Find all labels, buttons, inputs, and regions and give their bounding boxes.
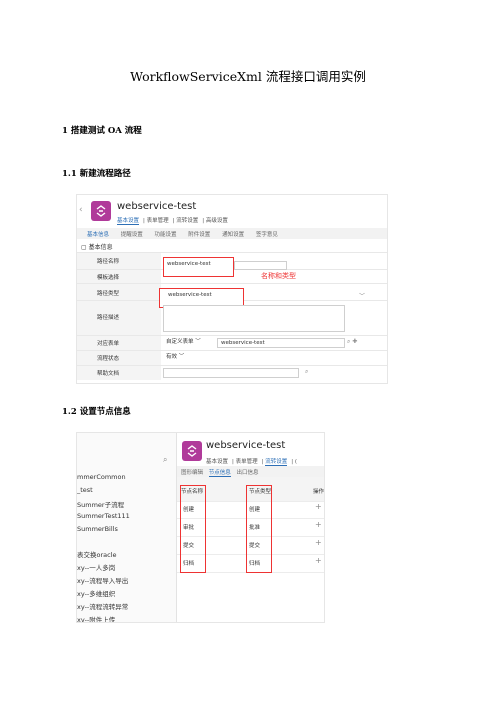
add-icon[interactable]: + xyxy=(315,556,322,565)
tab-form-management[interactable]: 表单管理 xyxy=(147,218,169,224)
section-heading-1-2: 1.2 设置节点信息 xyxy=(62,407,131,417)
sub-tabs: 基本信息 提醒设置 功能设置 附件设置 通知设置 签字意见 xyxy=(77,228,387,239)
subtab-exit-info[interactable]: 出口信息 xyxy=(237,468,259,476)
main-tabs: 基本设置 | 表单管理 | 流转设置 | ( xyxy=(206,459,298,466)
path-desc-textarea[interactable] xyxy=(163,305,345,332)
label-status: 流程状态 xyxy=(97,356,120,362)
sidebar-item[interactable]: SummerBills xyxy=(77,525,118,533)
subtab-notice[interactable]: 通知设置 xyxy=(222,230,244,238)
label-form: 对应表单 xyxy=(97,341,120,347)
main-tabs: 基本设置 | 表单管理 | 流转设置 | 高级设置 xyxy=(117,218,228,225)
app-name: webservice-test xyxy=(117,201,197,212)
chevron-down-icon[interactable]: ﹀ xyxy=(359,291,365,300)
section-heading-1: 1 搭建测试 OA 流程 xyxy=(62,126,142,136)
tab-basic-settings[interactable]: 基本设置 xyxy=(117,218,140,225)
subtab-basic-info[interactable]: 基本信息 xyxy=(87,230,109,238)
highlight-node-type-column xyxy=(246,485,272,573)
search-icon[interactable]: ⌕ ✚ xyxy=(347,338,357,346)
tab-more[interactable]: ( xyxy=(295,459,297,465)
search-icon[interactable]: ⌕ xyxy=(305,368,308,376)
subtab-reminder[interactable]: 提醒设置 xyxy=(121,230,143,238)
sidebar-item[interactable]: mmerCommon xyxy=(77,473,126,481)
tab-advanced-settings[interactable]: 高级设置 xyxy=(206,218,228,224)
sidebar-item[interactable]: xy--一人多岗 xyxy=(77,562,115,572)
section-label: ▢ 基本信息 xyxy=(81,244,113,251)
screenshot-node-info: mmerCommon _test Summer子流程 SummerTest111… xyxy=(76,432,325,623)
document-title: WorkflowServiceXml 流程接口调用实例 xyxy=(130,69,366,84)
form-type-select[interactable]: 自定义表单 ﹀ xyxy=(163,338,217,348)
subtab-function[interactable]: 功能设置 xyxy=(155,230,177,238)
annotation-name-and-type: 名称和类型 xyxy=(261,272,296,280)
back-icon[interactable]: ‹ xyxy=(79,205,83,215)
add-icon[interactable]: + xyxy=(315,502,322,511)
subtab-signature[interactable]: 签字意见 xyxy=(256,230,278,238)
header-actions: 操作 xyxy=(313,489,325,495)
sidebar-item[interactable]: xy--流程流转异常 xyxy=(77,601,128,611)
app-logo-icon xyxy=(182,441,202,461)
sidebar-item[interactable]: 表交换oracle xyxy=(77,549,117,559)
sidebar-item[interactable]: _test xyxy=(77,486,93,494)
add-icon[interactable]: + xyxy=(315,520,322,529)
label-path-name: 路径名称 xyxy=(97,259,120,265)
sidebar-item[interactable]: SummerTest111 xyxy=(77,512,130,520)
label-path-type: 路径类型 xyxy=(97,291,120,297)
screenshot-new-path: ‹ webservice-test 基本设置 | 表单管理 | 流转设置 | 高级设置… xyxy=(76,194,388,384)
sidebar: mmerCommon _test Summer子流程 SummerTest111… xyxy=(77,433,177,622)
sidebar-item[interactable]: xy--附件上传 xyxy=(77,614,115,622)
subtab-node-info[interactable]: 节点信息 xyxy=(208,468,231,477)
status-select[interactable]: 有效 ﹀ xyxy=(163,353,203,363)
subtab-graph-edit[interactable]: 图形编辑 xyxy=(181,468,203,476)
subtab-attachment[interactable]: 附件设置 xyxy=(188,230,210,238)
help-doc-input[interactable] xyxy=(163,368,299,378)
tab-flow-settings[interactable]: 流转设置 xyxy=(265,459,288,466)
add-icon[interactable]: + xyxy=(315,538,322,547)
label-help-doc: 帮助文档 xyxy=(97,371,120,377)
sidebar-item[interactable]: xy--流程导入导出 xyxy=(77,575,128,585)
highlight-node-name-column xyxy=(180,485,206,573)
form-name-input[interactable]: webservice-test xyxy=(217,338,345,348)
sub-tabs: 图形编辑 节点信息 出口信息 xyxy=(177,466,324,477)
sidebar-item[interactable]: Summer子流程 xyxy=(77,499,124,509)
path-name-input[interactable]: webservice-test xyxy=(163,257,234,277)
path-name-extra-input[interactable] xyxy=(234,261,287,270)
label-path-desc: 路径描述 xyxy=(97,315,120,321)
tab-flow-settings[interactable]: 流转设置 xyxy=(176,218,198,224)
tab-basic-settings[interactable]: 基本设置 xyxy=(206,459,228,465)
section-heading-1-1: 1.1 新建流程路径 xyxy=(62,169,131,179)
app-name: webservice-test xyxy=(206,440,286,451)
label-template: 模板选择 xyxy=(97,275,120,281)
search-icon[interactable]: ⌕ xyxy=(163,455,167,465)
tab-form-management[interactable]: 表单管理 xyxy=(236,459,258,465)
app-logo-icon xyxy=(91,201,111,221)
sidebar-item[interactable]: xy--多维组织 xyxy=(77,588,115,598)
